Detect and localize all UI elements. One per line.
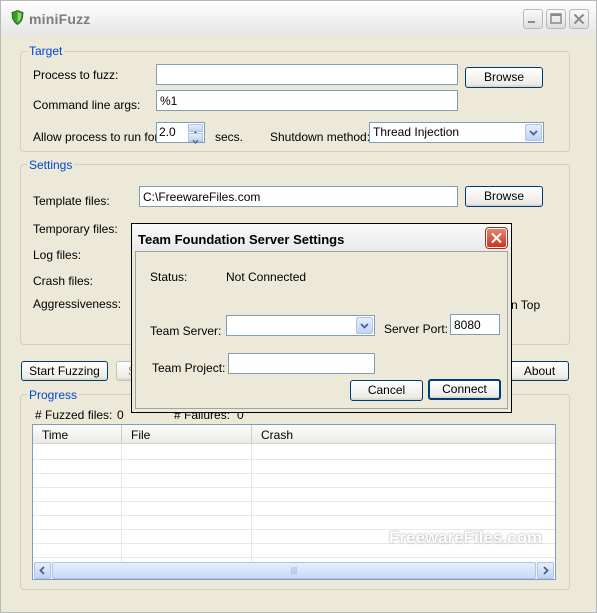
- scroll-right-button[interactable]: [537, 562, 554, 579]
- process-input[interactable]: [156, 64, 458, 85]
- dialog-title-bar: Team Foundation Server Settings: [132, 224, 511, 251]
- cmdline-input[interactable]: [156, 90, 458, 111]
- server-port-input[interactable]: [450, 314, 500, 335]
- chevron-right-icon: [543, 566, 549, 575]
- target-group-title: Target: [27, 44, 65, 58]
- chevron-down-icon: [529, 130, 538, 136]
- team-project-input[interactable]: [228, 353, 375, 374]
- template-label: Template files:: [33, 194, 110, 208]
- shutdown-select[interactable]: Thread Injection: [369, 122, 544, 143]
- dialog-close-button[interactable]: [485, 227, 508, 249]
- watermark: FreewareFiles.com: [389, 528, 543, 547]
- connect-button[interactable]: Connect: [428, 379, 501, 400]
- grid-line: [33, 501, 555, 502]
- grid-line: [33, 557, 555, 558]
- process-label: Process to fuzz:: [33, 68, 119, 82]
- column-header-crash[interactable]: Crash: [252, 425, 555, 444]
- app-shield-icon: [11, 10, 24, 28]
- maximize-button[interactable]: [546, 9, 566, 29]
- scroll-left-button[interactable]: [34, 562, 51, 579]
- grid-line: [33, 459, 555, 460]
- template-input[interactable]: [139, 186, 458, 207]
- cancel-button[interactable]: Cancel: [350, 380, 423, 401]
- aggressiveness-label: Aggressiveness:: [33, 297, 122, 311]
- temporary-label: Temporary files:: [33, 222, 118, 236]
- server-port-label: Server Port:: [384, 322, 449, 336]
- column-header-time[interactable]: Time: [33, 425, 122, 444]
- shutdown-label: Shutdown method:: [270, 130, 371, 144]
- minimize-button[interactable]: [523, 9, 543, 29]
- start-fuzzing-button[interactable]: Start Fuzzing: [21, 361, 108, 381]
- scroll-thumb[interactable]: |||: [52, 562, 536, 579]
- close-icon: [491, 232, 502, 244]
- crash-label: Crash files:: [33, 274, 94, 288]
- fuzzed-files-label: # Fuzzed files:: [35, 408, 113, 422]
- tfs-settings-dialog: Team Foundation Server Settings Status: …: [131, 223, 512, 413]
- about-button[interactable]: About: [510, 361, 569, 381]
- team-server-dropdown-button[interactable]: [356, 317, 373, 334]
- results-list[interactable]: Time File Crash FreewareFiles.com |||: [32, 424, 556, 580]
- team-server-label: Team Server:: [150, 324, 222, 338]
- secs-label: secs.: [215, 130, 244, 144]
- allow-label: Allow process to run for:: [33, 130, 162, 144]
- stepper-down-button[interactable]: [188, 133, 203, 145]
- shutdown-dropdown-button[interactable]: [525, 124, 542, 141]
- grid-line: [33, 473, 555, 474]
- settings-group-title: Settings: [27, 158, 75, 172]
- grid-line: [33, 487, 555, 488]
- horizontal-scrollbar[interactable]: |||: [34, 562, 554, 579]
- close-button[interactable]: [569, 9, 589, 29]
- shutdown-value: Thread Injection: [373, 125, 460, 139]
- allow-stepper[interactable]: 2.0: [156, 122, 205, 145]
- title-bar: miniFuzz: [1, 1, 596, 35]
- progress-group-title: Progress: [27, 388, 80, 402]
- stepper-up-button[interactable]: [188, 124, 203, 136]
- window-title: miniFuzz: [29, 11, 91, 27]
- dialog-title: Team Foundation Server Settings: [138, 232, 345, 247]
- fuzzed-files-count: 0: [117, 408, 124, 422]
- allow-value: 2.0: [159, 125, 176, 139]
- process-browse-button[interactable]: Browse: [465, 67, 543, 88]
- chevron-down-icon: [360, 323, 369, 329]
- column-header-file[interactable]: File: [122, 425, 252, 444]
- team-project-label: Team Project:: [152, 361, 226, 375]
- log-label: Log files:: [33, 248, 82, 262]
- status-value: Not Connected: [226, 270, 307, 284]
- team-server-select[interactable]: [226, 315, 375, 336]
- scroll-grip: |||: [290, 566, 298, 575]
- cmdline-label: Command line args:: [33, 98, 141, 112]
- always-on-top-label: n Top: [511, 298, 541, 312]
- grid-line: [33, 515, 555, 516]
- column-divider: [121, 444, 122, 562]
- chevron-left-icon: [39, 566, 45, 575]
- chevron-down-icon: [192, 139, 199, 145]
- column-divider: [251, 444, 252, 562]
- status-label: Status:: [150, 270, 188, 284]
- template-browse-button[interactable]: Browse: [465, 186, 543, 207]
- main-window: miniFuzz Target Process to fuzz: Browse …: [0, 0, 597, 613]
